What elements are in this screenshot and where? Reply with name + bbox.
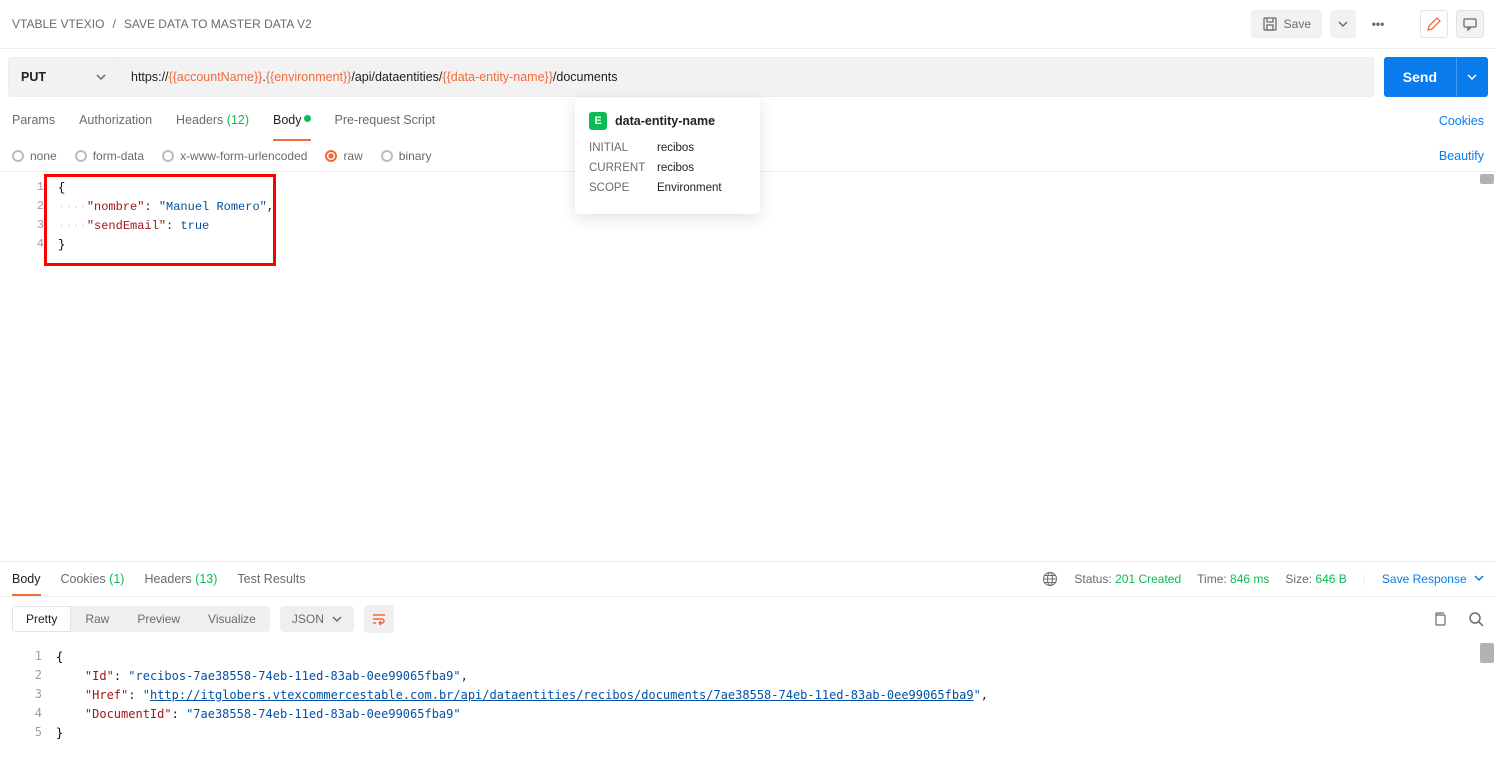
breadcrumb: VTABLE VTEXIO / SAVE DATA TO MASTER DATA…: [12, 17, 312, 31]
breadcrumb-collection[interactable]: VTABLE VTEXIO: [12, 17, 104, 31]
popover-row: INITIALrecibos: [589, 142, 746, 154]
minimap-scroll[interactable]: [1480, 174, 1494, 184]
response-tab-tests[interactable]: Test Results: [237, 562, 305, 596]
save-icon: [1262, 16, 1278, 32]
method-select[interactable]: PUT: [8, 57, 118, 97]
viewbar-right: [1432, 611, 1484, 627]
comment-icon: [1462, 16, 1478, 32]
globe-icon[interactable]: [1042, 571, 1058, 587]
tab-header: VTABLE VTEXIO / SAVE DATA TO MASTER DATA…: [0, 0, 1496, 49]
variable-popover: E data-entity-name INITIALrecibos CURREN…: [575, 98, 760, 214]
url-segment: /api/dataentities/: [351, 70, 442, 84]
tab-authorization[interactable]: Authorization: [79, 101, 152, 141]
tab-headers[interactable]: Headers (12): [176, 101, 249, 141]
code-content: { ····"nombre": "Manuel Romero", ····"se…: [46, 173, 1484, 255]
send-options[interactable]: [1456, 57, 1488, 97]
chevron-down-icon: [1474, 573, 1484, 583]
view-visualize[interactable]: Visualize: [194, 606, 270, 632]
line-gutter: 1 2 3 4 5: [0, 641, 50, 751]
save-response-button[interactable]: Save Response: [1382, 572, 1484, 586]
response-tab-headers[interactable]: Headers (13): [144, 562, 217, 596]
pencil-icon: [1426, 16, 1442, 32]
status-area: Status: 201 Created Time: 846 ms Size: 6…: [1042, 571, 1484, 587]
wrap-button[interactable]: [364, 605, 394, 633]
view-preview[interactable]: Preview: [123, 606, 194, 632]
chevron-down-icon: [1467, 72, 1477, 82]
chevron-down-icon: [96, 72, 106, 82]
more-icon: •••: [1372, 17, 1385, 31]
request-tabs: Params Authorization Headers (12) Body P…: [12, 101, 435, 141]
response-tab-cookies[interactable]: Cookies (1): [61, 562, 125, 596]
comment-button[interactable]: [1456, 10, 1484, 38]
body-type-radios: none form-data x-www-form-urlencoded raw…: [12, 149, 431, 163]
chevron-down-icon: [332, 614, 342, 624]
response-tab-body[interactable]: Body: [12, 562, 41, 596]
view-mode-group: Pretty Raw Preview Visualize: [12, 606, 270, 632]
tab-params[interactable]: Params: [12, 101, 55, 141]
breadcrumb-request-name[interactable]: SAVE DATA TO MASTER DATA V2: [124, 17, 312, 31]
request-body-editor[interactable]: 1 2 3 4 { ····"nombre": "Manuel Romero",…: [0, 171, 1496, 561]
size-block[interactable]: Size: 646 B: [1285, 572, 1346, 586]
response-viewbar: Pretty Raw Preview Visualize JSON: [0, 596, 1496, 641]
more-button[interactable]: •••: [1364, 10, 1392, 38]
edit-button[interactable]: [1420, 10, 1448, 38]
radio-formdata[interactable]: form-data: [75, 149, 144, 163]
minimap-scroll[interactable]: [1480, 643, 1494, 663]
search-icon[interactable]: [1468, 611, 1484, 627]
save-button[interactable]: Save: [1251, 10, 1322, 38]
send-button[interactable]: Send: [1384, 57, 1456, 97]
dot-indicator-icon: [304, 115, 311, 122]
env-badge-icon: E: [589, 112, 607, 130]
code-content: { "Id": "recibos-7ae38558-74eb-11ed-83ab…: [44, 642, 1484, 743]
tab-prerequest[interactable]: Pre-request Script: [335, 101, 436, 141]
view-raw[interactable]: Raw: [71, 606, 123, 632]
chevron-down-icon: [1338, 19, 1348, 29]
cookies-link[interactable]: Cookies: [1439, 114, 1484, 128]
popover-title: E data-entity-name: [589, 112, 746, 130]
method-value: PUT: [21, 70, 46, 84]
time-block[interactable]: Time: 846 ms: [1197, 572, 1269, 586]
radio-binary[interactable]: binary: [381, 149, 432, 163]
url-segment: https://: [131, 70, 169, 84]
tab-body[interactable]: Body: [273, 101, 311, 141]
wrap-icon: [371, 611, 387, 627]
send-group: Send: [1384, 57, 1488, 97]
radio-none[interactable]: none: [12, 149, 57, 163]
radio-raw[interactable]: raw: [325, 149, 362, 163]
viewbar-left: Pretty Raw Preview Visualize JSON: [12, 605, 394, 633]
url-variable: {{accountName}}: [169, 70, 263, 84]
lang-select[interactable]: JSON: [280, 606, 354, 632]
url-segment: /documents: [553, 70, 618, 84]
popover-var-name: data-entity-name: [615, 114, 715, 128]
url-variable: {{environment}}: [266, 70, 352, 84]
beautify-link[interactable]: Beautify: [1439, 149, 1484, 163]
url-input[interactable]: E data-entity-name INITIALrecibos CURREN…: [118, 57, 1374, 97]
radio-urlencoded[interactable]: x-www-form-urlencoded: [162, 149, 307, 163]
popover-row: CURRENTrecibos: [589, 162, 746, 174]
url-variable: {{data-entity-name}}: [442, 70, 553, 84]
save-options[interactable]: [1330, 10, 1356, 38]
header-actions: Save •••: [1251, 10, 1484, 38]
popover-row: SCOPEEnvironment: [589, 182, 746, 194]
line-gutter: 1 2 3 4: [0, 172, 52, 561]
breadcrumb-sep: /: [112, 17, 115, 31]
response-tabs: Body Cookies (1) Headers (13) Test Resul…: [12, 562, 306, 596]
copy-icon[interactable]: [1432, 611, 1448, 627]
response-tabs-row: Body Cookies (1) Headers (13) Test Resul…: [0, 561, 1496, 596]
save-label: Save: [1284, 17, 1311, 31]
status-block[interactable]: Status: 201 Created: [1074, 572, 1181, 586]
view-pretty[interactable]: Pretty: [12, 606, 71, 632]
request-bar: PUT E data-entity-name INITIALrecibos CU…: [8, 57, 1488, 97]
response-body-editor[interactable]: 1 2 3 4 5 { "Id": "recibos-7ae38558-74eb…: [0, 641, 1496, 751]
